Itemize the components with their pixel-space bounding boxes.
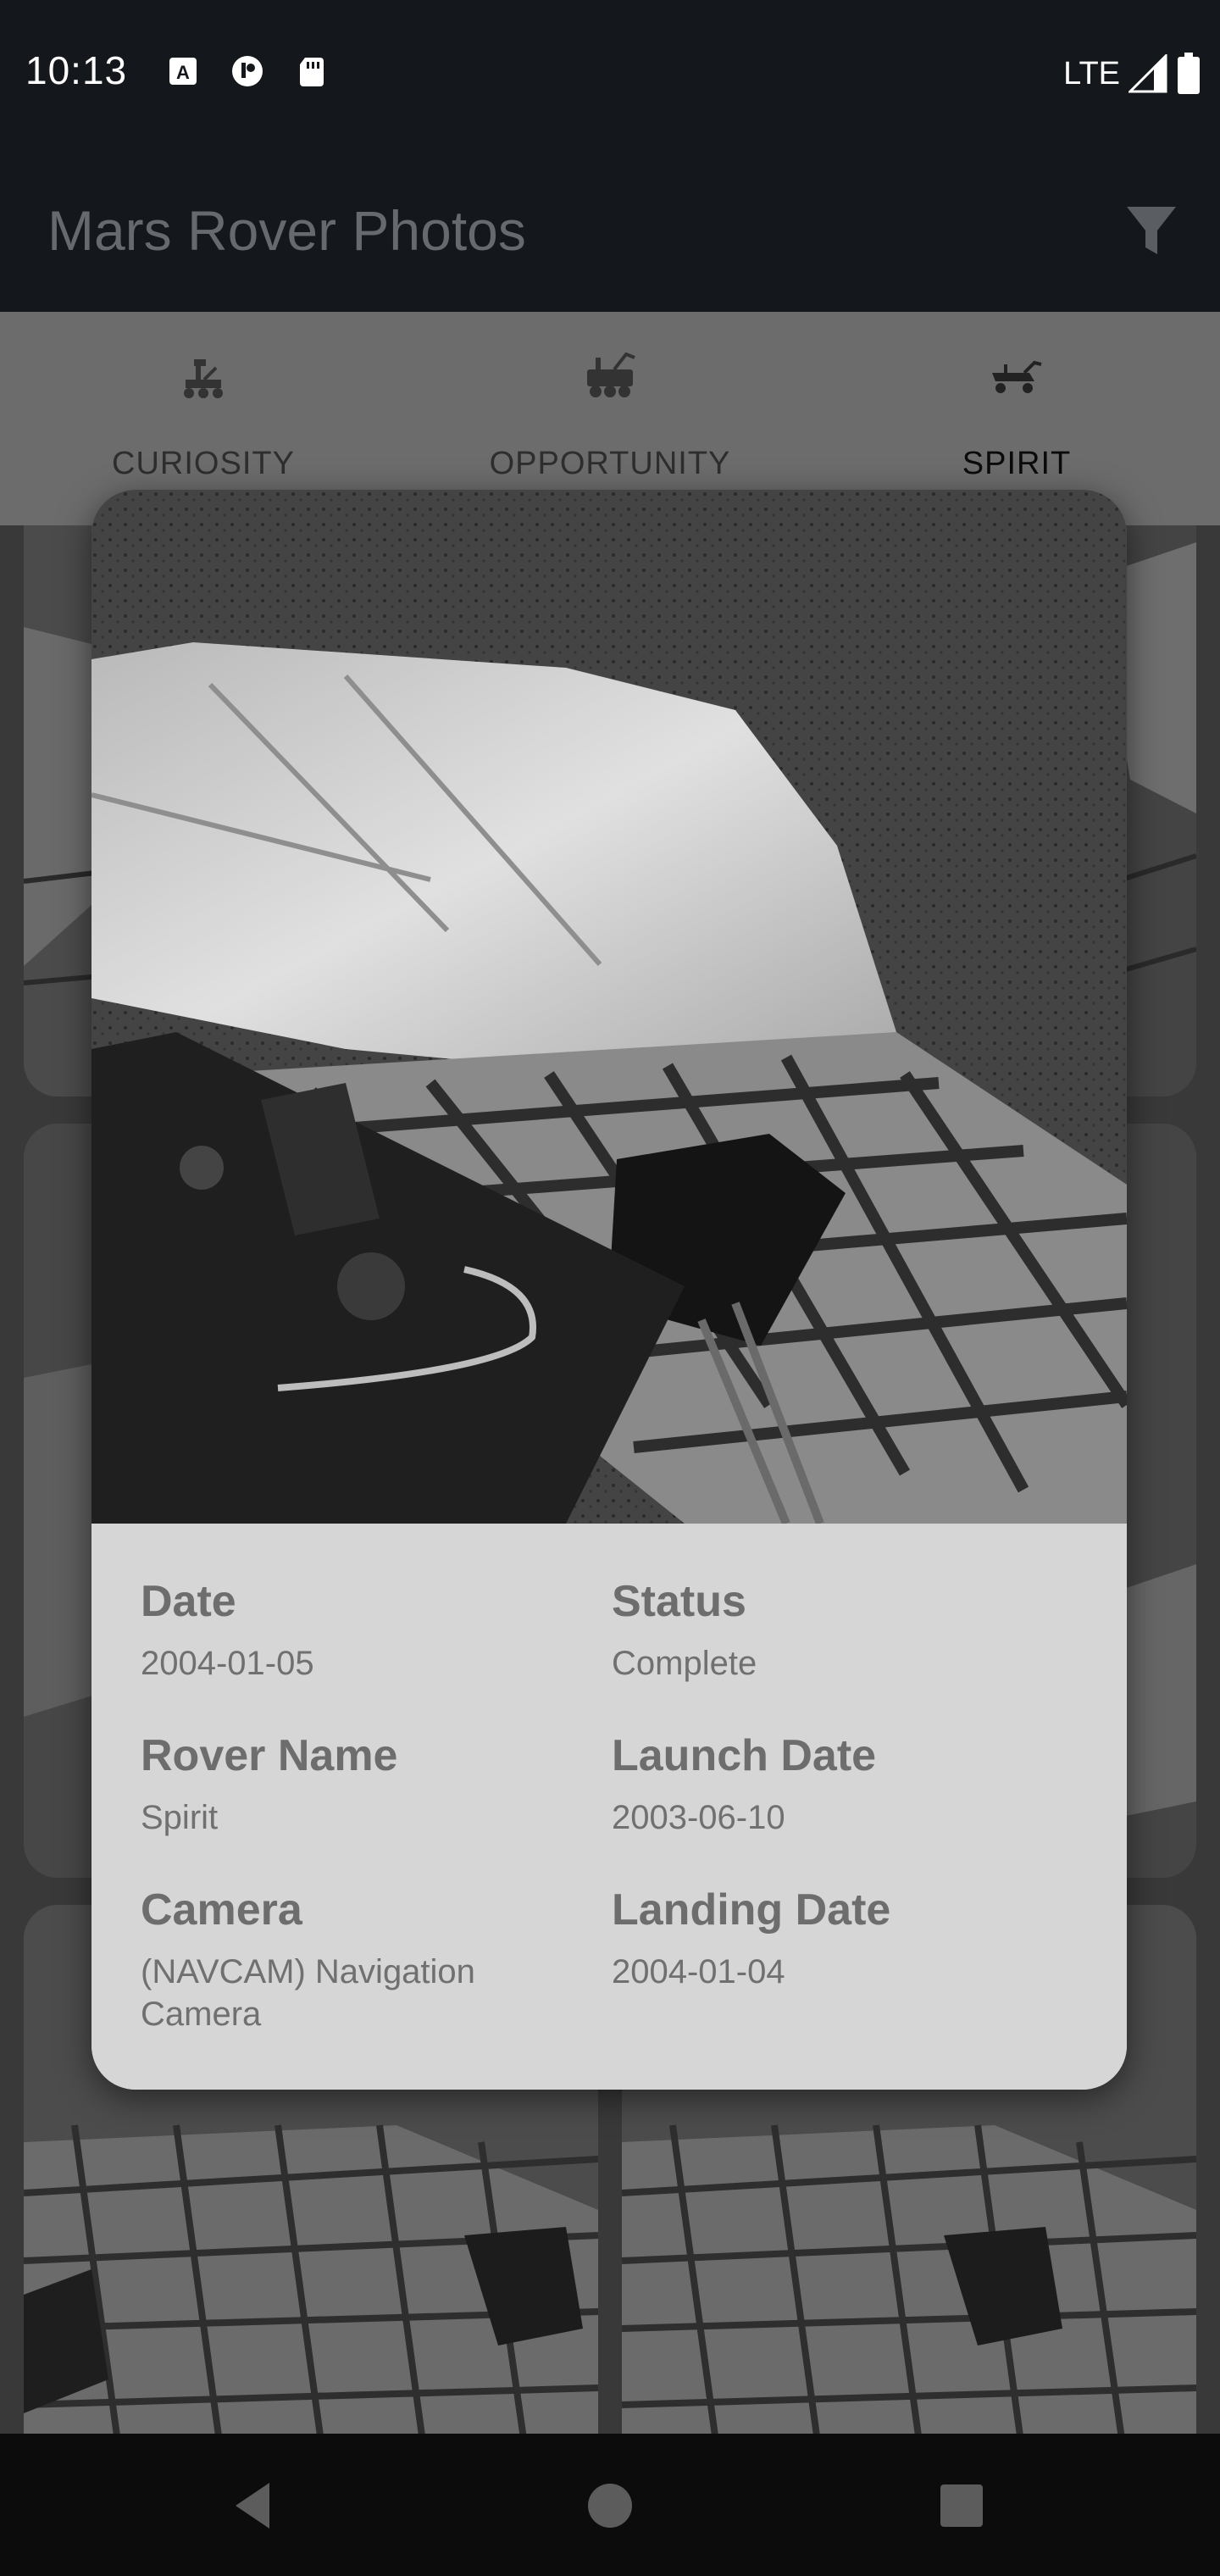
landing-date-value: 2004-01-04: [612, 1953, 785, 1990]
status-bar: 10:13 A LTE: [0, 0, 1220, 144]
status-label: Status: [612, 1577, 746, 1626]
rover-name-value: Spirit: [141, 1799, 219, 1836]
back-icon[interactable]: [225, 2476, 285, 2535]
date-value: 2004-01-05: [141, 1645, 314, 1682]
home-icon[interactable]: [580, 2476, 640, 2535]
app-bar: Mars Rover Photos: [0, 144, 1220, 312]
rover-icon: [992, 360, 1042, 393]
battery-icon: [1178, 53, 1200, 94]
rover-icon: [184, 359, 223, 398]
notification-icons: A: [166, 54, 329, 88]
status-value: Complete: [612, 1645, 757, 1682]
landing-date-label: Landing Date: [612, 1885, 891, 1935]
filter-icon[interactable]: [1123, 203, 1179, 259]
photo-detail-dialog: Date 2004-01-05 Rover Name Spirit Camera…: [92, 490, 1127, 2090]
recents-icon[interactable]: [932, 2476, 991, 2535]
mars-photo: [92, 490, 1127, 1524]
date-label: Date: [141, 1577, 236, 1626]
app-title: Mars Rover Photos: [47, 199, 526, 262]
svg-text:A: A: [176, 62, 190, 83]
signal-icon: [1128, 54, 1167, 93]
camera-value: (NAVCAM) Navigation Camera: [141, 1953, 475, 2033]
status-time: 10:13: [25, 48, 128, 92]
network-type: LTE: [1063, 55, 1120, 92]
rover-name-label: Rover Name: [141, 1731, 398, 1780]
a-icon: A: [169, 58, 197, 85]
system-nav-bar: [0, 2434, 1220, 2576]
tab-label: CURIOSITY: [112, 446, 295, 481]
sd-card-icon: [300, 58, 324, 86]
rover-icon: [587, 352, 635, 397]
photo-details: Date 2004-01-05 Rover Name Spirit Camera…: [92, 1524, 1127, 2090]
camera-label: Camera: [141, 1885, 302, 1935]
tab-label: SPIRIT: [962, 446, 1072, 481]
app-icon: [232, 56, 263, 86]
launch-date-label: Launch Date: [612, 1731, 877, 1780]
launch-date-value: 2003-06-10: [612, 1799, 785, 1836]
tab-label: OPPORTUNITY: [489, 446, 731, 481]
status-right: LTE: [1063, 53, 1201, 95]
